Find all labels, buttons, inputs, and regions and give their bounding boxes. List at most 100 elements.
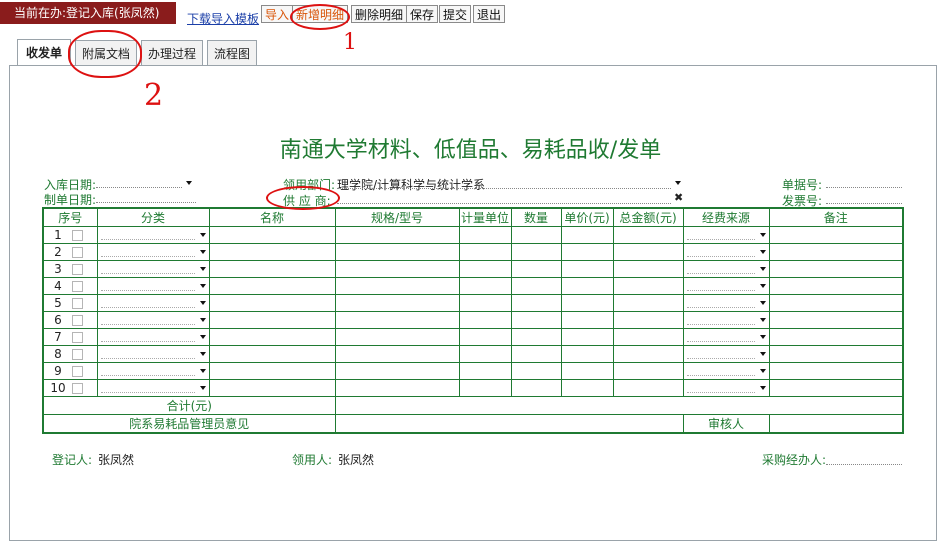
category-cell[interactable] — [96, 311, 210, 329]
category-cell[interactable] — [96, 260, 210, 278]
dept-value[interactable]: 理学院/计算科学与统计学系 — [337, 176, 485, 193]
dropdown-arrow-icon[interactable] — [199, 352, 206, 356]
row-checkbox[interactable] — [72, 366, 83, 377]
funding-cell[interactable] — [682, 226, 770, 244]
category-cell[interactable] — [96, 294, 210, 312]
row-checkbox[interactable] — [72, 383, 83, 394]
dropdown-arrow-icon[interactable] — [199, 318, 206, 322]
supplier-field[interactable] — [337, 203, 671, 204]
invoice-no-field[interactable] — [826, 203, 902, 204]
import-button[interactable]: 导入 — [261, 5, 294, 23]
row-checkbox[interactable] — [72, 298, 83, 309]
spec-cell[interactable] — [334, 226, 460, 244]
exit-button[interactable]: 退出 — [473, 5, 506, 23]
qty-cell[interactable] — [510, 277, 562, 295]
remark-cell[interactable] — [768, 328, 904, 346]
category-cell[interactable] — [96, 362, 210, 380]
submit-button[interactable]: 提交 — [439, 5, 472, 23]
spec-cell[interactable] — [334, 311, 460, 329]
dropdown-arrow-icon[interactable] — [199, 301, 206, 305]
category-cell[interactable] — [96, 328, 210, 346]
spec-cell[interactable] — [334, 294, 460, 312]
row-checkbox[interactable] — [72, 230, 83, 241]
in-date-field[interactable] — [96, 187, 182, 188]
opinion-cell[interactable] — [334, 414, 684, 434]
dropdown-arrow-icon[interactable] — [759, 318, 766, 322]
row-checkbox[interactable] — [72, 349, 83, 360]
save-button[interactable]: 保存 — [406, 5, 439, 23]
amount-cell[interactable] — [612, 345, 684, 363]
funding-cell[interactable] — [682, 379, 770, 397]
amount-cell[interactable] — [612, 226, 684, 244]
unit-cell[interactable] — [458, 260, 512, 278]
remark-cell[interactable] — [768, 243, 904, 261]
name-cell[interactable] — [208, 328, 336, 346]
funding-cell[interactable] — [682, 260, 770, 278]
qty-cell[interactable] — [510, 260, 562, 278]
dropdown-arrow-icon[interactable] — [759, 335, 766, 339]
price-cell[interactable] — [560, 328, 614, 346]
funding-cell[interactable] — [682, 362, 770, 380]
name-cell[interactable] — [208, 226, 336, 244]
price-cell[interactable] — [560, 311, 614, 329]
category-cell[interactable] — [96, 226, 210, 244]
name-cell[interactable] — [208, 260, 336, 278]
dropdown-arrow-icon[interactable] — [759, 386, 766, 390]
dropdown-arrow-icon[interactable] — [199, 233, 206, 237]
dropdown-arrow-icon[interactable] — [199, 369, 206, 373]
price-cell[interactable] — [560, 243, 614, 261]
funding-cell[interactable] — [682, 277, 770, 295]
dropdown-arrow-icon[interactable] — [199, 267, 206, 271]
qty-cell[interactable] — [510, 345, 562, 363]
doc-no-field[interactable] — [826, 187, 902, 188]
qty-cell[interactable] — [510, 243, 562, 261]
dropdown-arrow-icon[interactable] — [759, 352, 766, 356]
unit-cell[interactable] — [458, 311, 512, 329]
dropdown-arrow-icon[interactable] — [759, 284, 766, 288]
reviewer-cell[interactable] — [768, 414, 904, 434]
qty-cell[interactable] — [510, 226, 562, 244]
unit-cell[interactable] — [458, 328, 512, 346]
dropdown-arrow-icon[interactable] — [759, 233, 766, 237]
price-cell[interactable] — [560, 345, 614, 363]
spec-cell[interactable] — [334, 362, 460, 380]
make-date-field[interactable] — [96, 202, 196, 203]
dept-dropdown-icon[interactable] — [675, 181, 681, 185]
funding-cell[interactable] — [682, 328, 770, 346]
qty-cell[interactable] — [510, 379, 562, 397]
spec-cell[interactable] — [334, 328, 460, 346]
amount-cell[interactable] — [612, 362, 684, 380]
amount-cell[interactable] — [612, 379, 684, 397]
dropdown-arrow-icon[interactable] — [759, 267, 766, 271]
funding-cell[interactable] — [682, 294, 770, 312]
unit-cell[interactable] — [458, 345, 512, 363]
unit-cell[interactable] — [458, 277, 512, 295]
name-cell[interactable] — [208, 345, 336, 363]
row-checkbox[interactable] — [72, 332, 83, 343]
spec-cell[interactable] — [334, 243, 460, 261]
amount-cell[interactable] — [612, 328, 684, 346]
dropdown-arrow-icon[interactable] — [199, 386, 206, 390]
remark-cell[interactable] — [768, 260, 904, 278]
download-template-link[interactable]: 下载导入模板 — [187, 10, 259, 27]
remark-cell[interactable] — [768, 362, 904, 380]
name-cell[interactable] — [208, 294, 336, 312]
category-cell[interactable] — [96, 379, 210, 397]
remark-cell[interactable] — [768, 311, 904, 329]
price-cell[interactable] — [560, 260, 614, 278]
delete-detail-button[interactable]: 删除明细 — [351, 5, 408, 23]
dropdown-arrow-icon[interactable] — [759, 369, 766, 373]
qty-cell[interactable] — [510, 294, 562, 312]
category-cell[interactable] — [96, 345, 210, 363]
amount-cell[interactable] — [612, 277, 684, 295]
funding-cell[interactable] — [682, 311, 770, 329]
supplier-clear-icon[interactable]: ✖ — [674, 191, 683, 204]
dropdown-arrow-icon[interactable] — [199, 250, 206, 254]
spec-cell[interactable] — [334, 260, 460, 278]
tab-flowchart[interactable]: 流程图 — [207, 40, 257, 66]
tab-process[interactable]: 办理过程 — [141, 40, 203, 66]
row-checkbox[interactable] — [72, 247, 83, 258]
tab-form[interactable]: 收发单 — [17, 39, 71, 66]
spec-cell[interactable] — [334, 277, 460, 295]
dropdown-arrow-icon[interactable] — [199, 284, 206, 288]
